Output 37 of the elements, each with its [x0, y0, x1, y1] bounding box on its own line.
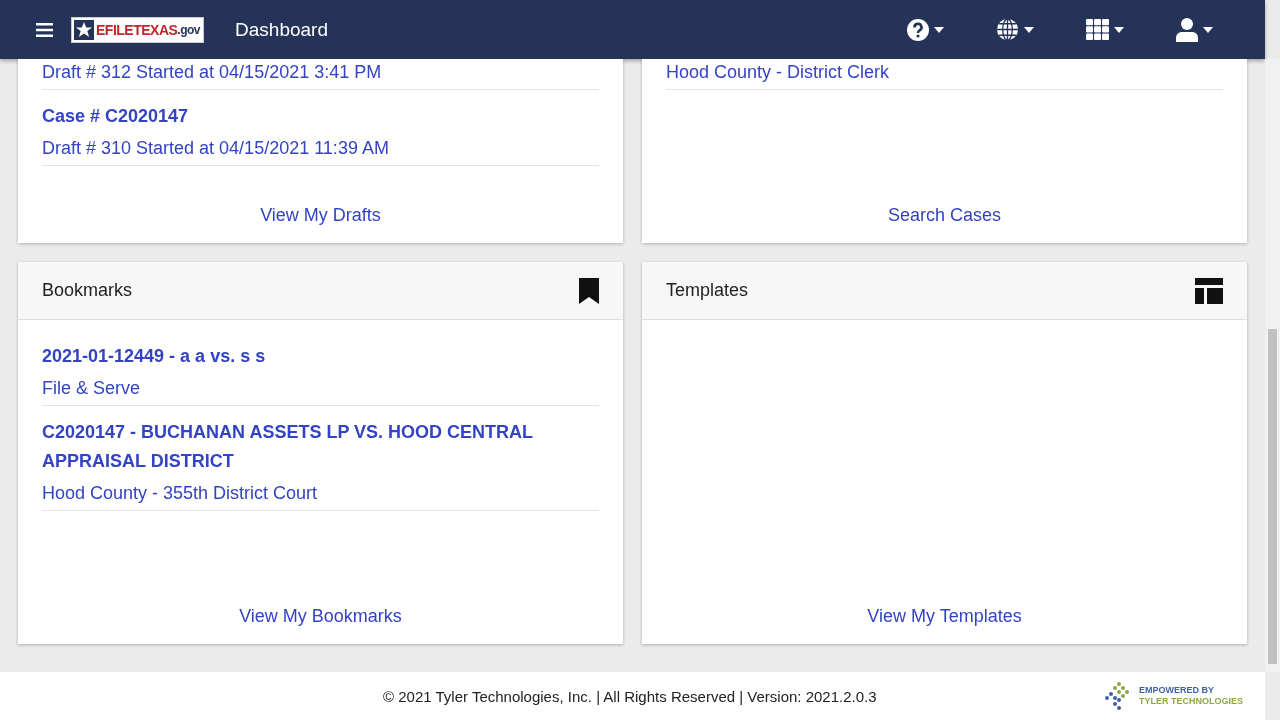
page-title: Dashboard	[235, 18, 329, 41]
scrollbar[interactable]	[1265, 59, 1280, 672]
caret-icon	[1114, 26, 1124, 33]
card-title: Bookmarks	[42, 280, 133, 301]
menu-button[interactable]	[36, 22, 53, 37]
case-detail-link[interactable]: Draft # 312 Started at 04/15/2021 3:41 PM	[42, 61, 599, 83]
card-footer-link[interactable]: View My Drafts	[260, 205, 381, 243]
menu-icon	[36, 22, 53, 37]
caret-icon	[1203, 26, 1213, 33]
case-link[interactable]: 2021-01-12449 - a a vs. s s	[42, 342, 599, 371]
card-footer-link[interactable]: View My Templates	[867, 606, 1022, 644]
case-detail-link[interactable]: Hood County - District Clerk	[666, 61, 1223, 83]
template-layout-icon	[1195, 277, 1223, 304]
caret-icon	[1024, 26, 1034, 33]
globe-icon	[996, 18, 1019, 41]
logo[interactable]: EFILETEXAS.gov	[71, 16, 205, 43]
help-button[interactable]	[907, 18, 944, 41]
card-title: Templates	[666, 280, 749, 301]
case-link[interactable]: Case # C2020147	[42, 102, 599, 131]
case-detail-link[interactable]: File & Serve	[42, 377, 599, 399]
badge-text: EMPOWERED BY	[1139, 685, 1215, 696]
card-footer-link[interactable]: View My Bookmarks	[239, 606, 402, 644]
badge-text: TYLER TECHNOLOGIES	[1139, 696, 1243, 707]
case-detail-link[interactable]: Draft # 310 Started at 04/15/2021 11:39 AM	[42, 137, 599, 159]
case-detail-link[interactable]: Hood County - 355th District Court	[42, 482, 599, 504]
language-button[interactable]	[996, 18, 1034, 41]
bookmark-icon	[579, 277, 599, 304]
case-link[interactable]: C2020147 - BUCHANAN ASSETS LP VS. HOOD CENTRAL APPRAISAL DISTRICT	[42, 418, 599, 476]
star-icon	[74, 19, 94, 40]
user-icon	[1176, 17, 1198, 42]
card-footer-link[interactable]: Search Cases	[887, 205, 1002, 243]
copyright-text: © 2021 Tyler Technologies, Inc. | All Rights Reserved | Version: 2021.2.0.3	[383, 687, 878, 705]
grid-icon	[1086, 19, 1109, 40]
caret-icon	[934, 26, 944, 33]
apps-button[interactable]	[1086, 19, 1124, 40]
help-icon	[907, 18, 929, 41]
user-button[interactable]	[1176, 17, 1213, 42]
